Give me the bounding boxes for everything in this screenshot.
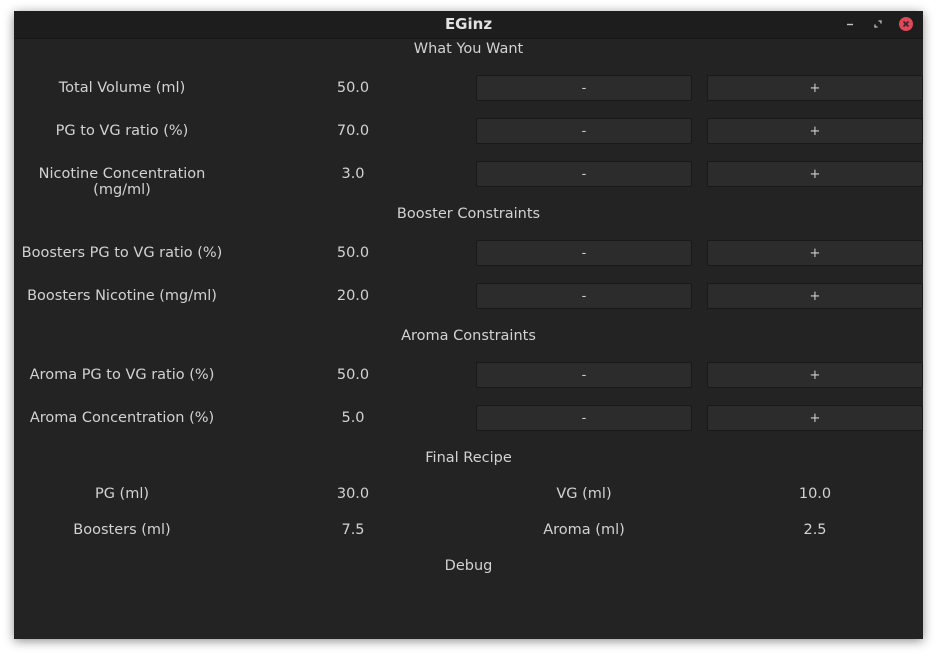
close-button[interactable] xyxy=(899,17,913,31)
main-content: What You Want Total Volume (ml) 50.0 - +… xyxy=(14,39,923,639)
total-volume-value: 50.0 xyxy=(336,80,370,96)
final-pg-label: PG (ml) xyxy=(94,486,150,502)
minimize-button[interactable] xyxy=(843,17,857,31)
final-aroma-value: 2.5 xyxy=(803,522,827,538)
pg-vg-ratio-increase-button[interactable]: + xyxy=(707,118,923,144)
pg-vg-ratio-value: 70.0 xyxy=(336,123,370,139)
aroma-pg-vg-ratio-value: 50.0 xyxy=(336,367,370,383)
total-volume-decrease-button[interactable]: - xyxy=(476,75,692,101)
minimize-icon xyxy=(847,23,853,26)
nicotine-concentration-decrease-button[interactable]: - xyxy=(476,161,692,187)
aroma-pg-vg-ratio-label: Aroma PG to VG ratio (%) xyxy=(29,367,215,383)
section-title-final-recipe: Final Recipe xyxy=(425,450,512,466)
aroma-pg-vg-ratio-increase-button[interactable]: + xyxy=(707,362,923,388)
aroma-concentration-label: Aroma Concentration (%) xyxy=(29,410,215,426)
aroma-pg-vg-ratio-decrease-button[interactable]: - xyxy=(476,362,692,388)
close-icon xyxy=(902,20,910,28)
maximize-icon xyxy=(874,20,882,28)
section-title-what-you-want: What You Want xyxy=(413,41,524,57)
boosters-nicotine-value: 20.0 xyxy=(336,288,370,304)
aroma-concentration-decrease-button[interactable]: - xyxy=(476,405,692,431)
final-pg-value: 30.0 xyxy=(336,486,370,502)
boosters-nicotine-label: Boosters Nicotine (mg/ml) xyxy=(27,288,217,304)
window-title: EGinz xyxy=(444,15,493,33)
boosters-pg-vg-ratio-value: 50.0 xyxy=(336,245,370,261)
boosters-pg-vg-ratio-label: Boosters PG to VG ratio (%) xyxy=(21,245,223,261)
boosters-pg-vg-ratio-decrease-button[interactable]: - xyxy=(476,240,692,266)
pg-vg-ratio-decrease-button[interactable]: - xyxy=(476,118,692,144)
section-title-aroma-constraints: Aroma Constraints xyxy=(401,328,536,344)
app-window: EGinz What You Want Total Volume (ml) 50… xyxy=(14,11,923,639)
final-boosters-value: 7.5 xyxy=(341,522,365,538)
final-vg-value: 10.0 xyxy=(798,486,832,502)
nicotine-concentration-value: 3.0 xyxy=(341,166,365,182)
aroma-concentration-value: 5.0 xyxy=(341,410,365,426)
final-vg-label: VG (ml) xyxy=(556,486,612,502)
final-aroma-label: Aroma (ml) xyxy=(543,522,625,538)
pg-vg-ratio-label: PG to VG ratio (%) xyxy=(55,123,189,139)
total-volume-label: Total Volume (ml) xyxy=(58,80,186,96)
nicotine-concentration-label: Nicotine Concentration (mg/ml) xyxy=(38,166,206,198)
total-volume-increase-button[interactable]: + xyxy=(707,75,923,101)
boosters-pg-vg-ratio-increase-button[interactable]: + xyxy=(707,240,923,266)
section-title-booster-constraints: Booster Constraints xyxy=(396,206,541,222)
aroma-concentration-increase-button[interactable]: + xyxy=(707,405,923,431)
nicotine-concentration-increase-button[interactable]: + xyxy=(707,161,923,187)
boosters-nicotine-decrease-button[interactable]: - xyxy=(476,283,692,309)
maximize-button[interactable] xyxy=(871,17,885,31)
section-title-debug: Debug xyxy=(444,558,493,574)
title-bar[interactable]: EGinz xyxy=(14,11,923,39)
boosters-nicotine-increase-button[interactable]: + xyxy=(707,283,923,309)
final-boosters-label: Boosters (ml) xyxy=(73,522,171,538)
